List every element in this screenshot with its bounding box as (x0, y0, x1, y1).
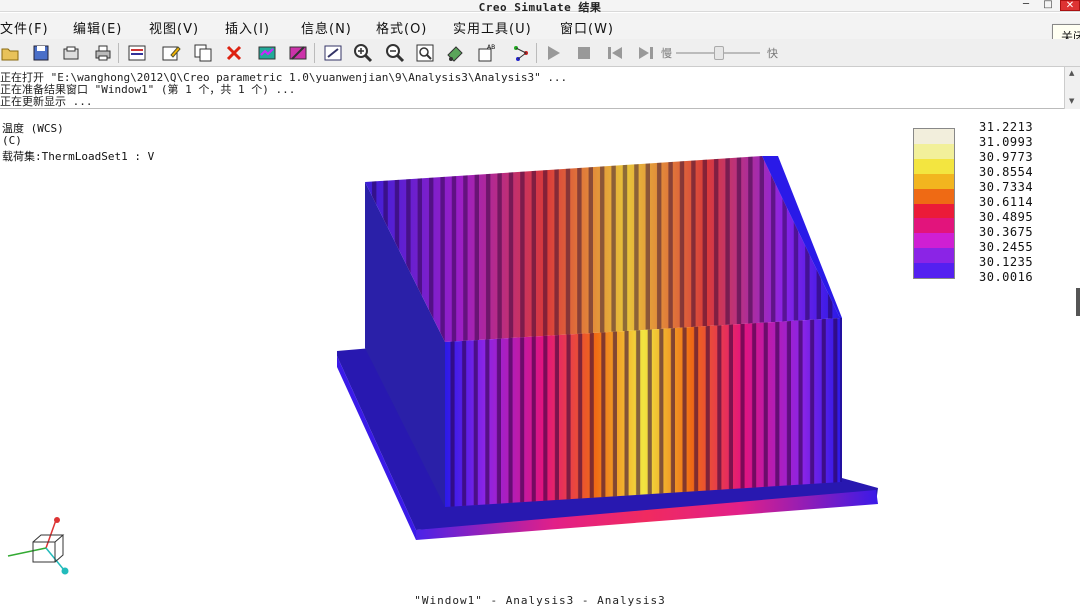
toolbar-separator (314, 43, 315, 63)
legend-value: 30.9773 (979, 150, 1034, 164)
orient-icon[interactable] (444, 42, 466, 64)
legend-swatch (914, 248, 954, 264)
legend-swatch (914, 218, 954, 234)
menu-bar: 文件(F) 编辑(E) 视图(V) 插入(I) 信息(N) 格式(O) 实用工具… (0, 13, 1080, 39)
legend-color-bar (913, 128, 955, 279)
scroll-up-icon[interactable]: ▲ (1069, 69, 1074, 77)
zoom-in-icon[interactable] (352, 42, 374, 64)
title-bar: Creo Simulate 结果 ─ □ ✕ (0, 0, 1080, 14)
open-folder-icon[interactable] (0, 42, 22, 64)
menu-insert[interactable]: 插入(I) (225, 18, 270, 37)
copy-window-icon[interactable] (192, 42, 214, 64)
edit-window-icon[interactable] (160, 42, 182, 64)
show-window-icon[interactable] (256, 42, 278, 64)
result-graphics-window[interactable]: 温度 (WCS) (C) 载荷集:ThermLoadSet1 : V 31.22… (0, 110, 1080, 608)
query-icon[interactable] (510, 42, 532, 64)
menu-info[interactable]: 信息(N) (301, 18, 352, 37)
legend-swatch (914, 158, 954, 174)
legend-value: 30.6114 (979, 195, 1034, 209)
result-window-icon[interactable] (126, 42, 148, 64)
refit-icon[interactable] (322, 42, 344, 64)
toolbar: AB 慢 快 (0, 39, 1080, 67)
legend-swatch (914, 188, 954, 204)
message-area: 正在打开 "E:\wanghong\2012\Q\Creo parametric… (0, 67, 1064, 109)
panel-resize-handle[interactable] (1076, 288, 1080, 316)
stop-icon[interactable] (573, 42, 595, 64)
speed-fast-label: 快 (767, 47, 778, 60)
save-icon[interactable] (30, 42, 52, 64)
legend-value: 31.0993 (979, 135, 1034, 149)
legend-value: 30.2455 (979, 240, 1034, 254)
legend-value: 30.4895 (979, 210, 1034, 224)
step-back-icon[interactable] (604, 42, 626, 64)
coordinate-triad (7, 517, 69, 575)
legend-value: 31.2213 (979, 120, 1034, 134)
toolbar-separator (118, 43, 119, 63)
delete-icon[interactable] (223, 42, 245, 64)
print-icon[interactable] (92, 42, 114, 64)
message-scrollbar[interactable]: ▲ ▼ (1064, 67, 1080, 109)
label-icon[interactable]: AB (476, 42, 498, 64)
zoom-window-icon[interactable] (414, 42, 436, 64)
legend-swatch (914, 129, 954, 144)
legend-swatch (914, 173, 954, 189)
menu-view[interactable]: 视图(V) (149, 18, 199, 37)
hide-window-icon[interactable] (287, 42, 309, 64)
legend-swatch (914, 233, 954, 249)
play-icon[interactable] (542, 42, 564, 64)
window-caption: "Window1" - Analysis3 - Analysis3 (414, 594, 666, 607)
zoom-out-icon[interactable] (384, 42, 406, 64)
legend-value: 30.7334 (979, 180, 1034, 194)
menu-file[interactable]: 文件(F) (0, 18, 49, 37)
legend-swatch (914, 143, 954, 159)
toolbar-separator (536, 43, 537, 63)
step-forward-icon[interactable] (635, 42, 657, 64)
message-line: 正在更新显示 ... (0, 95, 93, 108)
speed-slider-handle[interactable] (714, 46, 724, 60)
menu-window[interactable]: 窗口(W) (560, 18, 614, 37)
close-button[interactable]: ✕ (1060, 0, 1080, 11)
maximize-button[interactable]: □ (1040, 0, 1056, 11)
legend-value: 30.3675 (979, 225, 1034, 239)
legend-value: 30.1235 (979, 255, 1034, 269)
legend-value: 30.0016 (979, 270, 1034, 284)
export-icon[interactable] (60, 42, 82, 64)
minimize-button[interactable]: ─ (1018, 0, 1034, 11)
svg-text:AB: AB (487, 44, 495, 51)
scroll-down-icon[interactable]: ▼ (1069, 97, 1074, 105)
legend-value: 30.8554 (979, 165, 1034, 179)
legend-swatch (914, 203, 954, 219)
menu-utilities[interactable]: 实用工具(U) (453, 18, 532, 37)
speed-slow-label: 慢 (661, 47, 672, 60)
legend-swatch (914, 263, 954, 279)
menu-edit[interactable]: 编辑(E) (73, 18, 122, 37)
menu-format[interactable]: 格式(O) (376, 18, 427, 37)
